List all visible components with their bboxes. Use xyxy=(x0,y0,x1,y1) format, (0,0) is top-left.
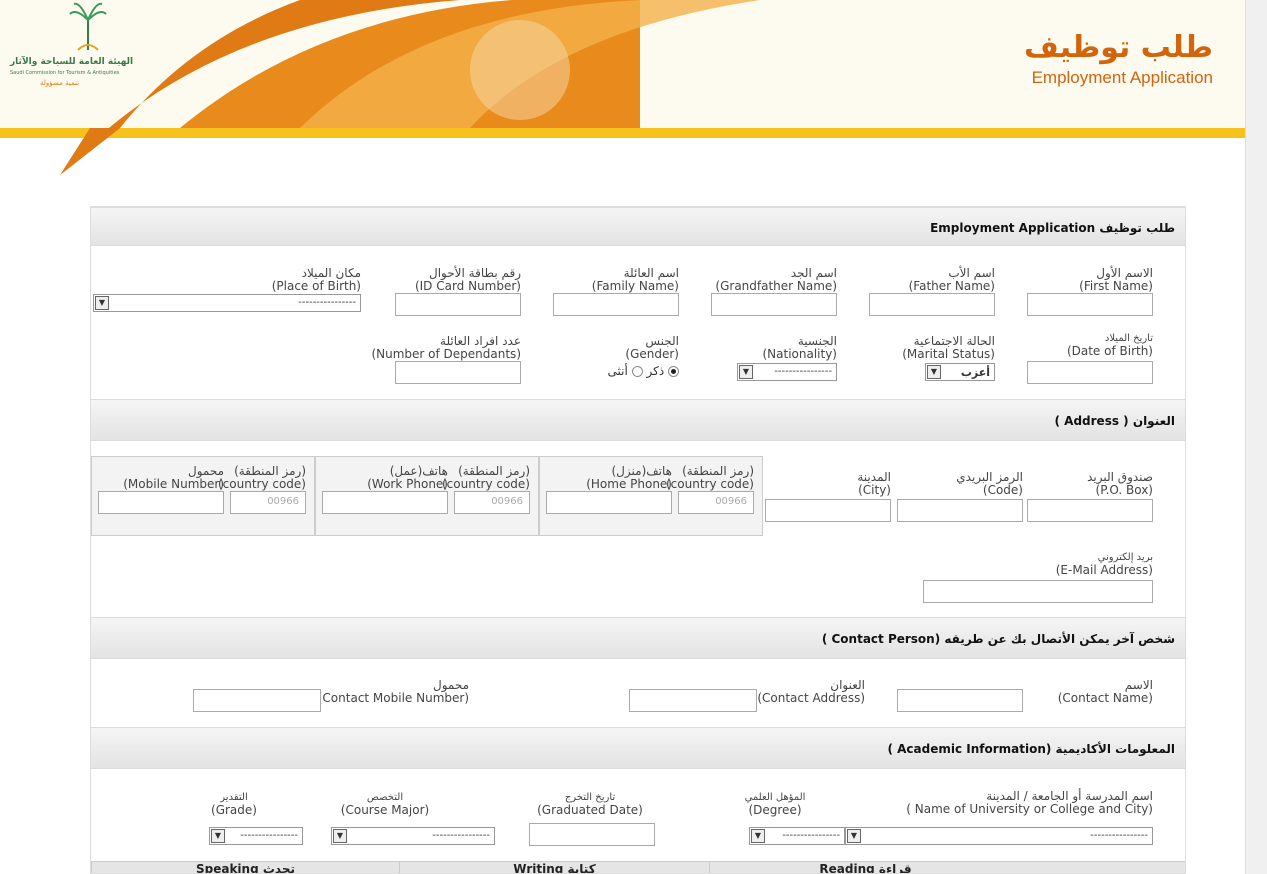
section-title-contact: شخص آخر يمكن الأتصال بك عن طريقه (Contac… xyxy=(821,632,1175,646)
dob-input[interactable] xyxy=(1027,361,1153,384)
dependants-input[interactable] xyxy=(395,361,521,384)
grade-select[interactable]: ▼ ---------------- xyxy=(209,827,303,845)
section-header-address: العنوان ( Address ) xyxy=(91,399,1185,441)
mobile-cc-input[interactable]: 00966 xyxy=(230,491,306,514)
work-phone-cc-label: (رمز المنطقة) (country code) xyxy=(441,464,530,491)
course-major-label: التخصص (Course Major) xyxy=(340,792,430,817)
postal-code-input[interactable] xyxy=(897,499,1023,522)
mobile-cc-label: (رمز المنطقة) (country code) xyxy=(217,464,306,491)
contact-name-input[interactable] xyxy=(897,689,1023,712)
place-of-birth-label: مكان الميلاد (Place of Birth) xyxy=(271,266,361,293)
grade-label: التقدير (Grade) xyxy=(211,792,257,817)
chevron-down-icon: ▼ xyxy=(847,829,861,843)
university-label: اسم المدرسة أو الجامعة / المدينة( Name o… xyxy=(906,789,1153,816)
palm-logo-icon xyxy=(69,2,107,51)
first-name-label: الاسم الأول (First Name) xyxy=(1079,266,1153,293)
postal-code-label: الرمز البريدي (Code) xyxy=(956,470,1023,497)
gender-female-label: أنثى xyxy=(607,364,628,378)
graduated-date-input[interactable] xyxy=(529,823,655,846)
chevron-down-icon: ▼ xyxy=(927,365,941,379)
home-phone-input[interactable] xyxy=(546,491,672,514)
marital-status-select[interactable]: ▼ أعزب xyxy=(925,363,995,381)
gender-male-radio[interactable] xyxy=(668,366,679,377)
grandfather-name-input[interactable] xyxy=(711,293,837,316)
reading-header: Reading قراءة xyxy=(709,862,1021,873)
chevron-down-icon: ▼ xyxy=(95,296,109,310)
home-phone-cc-input[interactable]: 00966 xyxy=(678,491,754,514)
degree-select[interactable]: ▼ ---------------- xyxy=(749,827,845,845)
id-card-label: رقم بطاقة الأحوال (ID Card Number) xyxy=(414,266,521,293)
gender-radio-group: ذكر أنثى xyxy=(608,364,679,378)
course-major-select[interactable]: ▼ ---------------- xyxy=(331,827,495,845)
chevron-down-icon: ▼ xyxy=(751,829,765,843)
dependants-label: عدد افراد العائلة (Number of Dependants) xyxy=(371,334,521,361)
gender-male-label: ذكر xyxy=(646,364,665,378)
contact-address-label: العنوان (Contact Address) xyxy=(757,678,865,705)
nationality-select[interactable]: ▼ ---------------- xyxy=(737,363,837,381)
marital-status-label: الحالة الاجتماعية (Marital Status) xyxy=(902,334,995,361)
family-name-label: اسم العائلة (Family Name) xyxy=(591,266,679,293)
sctourism-logo: الهيئة العامة للسياحة والآثار Saudi Comm… xyxy=(10,0,160,95)
city-label: المدينة (City) xyxy=(857,470,891,497)
nationality-label: الجنسية (Nationality) xyxy=(762,334,837,361)
id-card-input[interactable] xyxy=(395,293,521,316)
contact-mobile-input[interactable] xyxy=(193,689,321,712)
work-phone-cc-input[interactable]: 00966 xyxy=(454,491,530,514)
home-phone-cc-label: (رمز المنطقة) (country code) xyxy=(665,464,754,491)
employment-form: طلب توظيف Employment Application الاسم ا… xyxy=(90,206,1186,874)
grandfather-name-label: اسم الجد (Grandfather Name) xyxy=(715,266,837,293)
dob-label: تاريخ الميلاد (Date of Birth) xyxy=(1066,333,1153,358)
chevron-down-icon: ▼ xyxy=(333,829,347,843)
po-box-input[interactable] xyxy=(1027,499,1153,522)
page-title-english: Employment Application xyxy=(1031,68,1213,87)
first-name-input[interactable] xyxy=(1027,293,1153,316)
contact-name-label: الاسم (Contact Name) xyxy=(1057,678,1153,705)
gender-female-radio[interactable] xyxy=(631,366,643,377)
page-header: الهيئة العامة للسياحة والآثار Saudi Comm… xyxy=(0,0,1245,200)
writing-header: Writing كتابة xyxy=(399,862,709,873)
section-header-contact: شخص آخر يمكن الأتصال بك عن طريقه (Contac… xyxy=(91,617,1185,659)
logo-slogan: تنمية مسؤولة xyxy=(40,79,80,87)
work-phone-group: (رمز المنطقة) (country code) هاتف(عمل) (Wo… xyxy=(315,456,539,536)
speaking-header: Speaking تحدث xyxy=(91,862,399,873)
university-select[interactable]: ▼ ---------------- xyxy=(845,827,1153,845)
father-name-label: اسم الأب (Father Name) xyxy=(908,266,995,293)
section-header-employment: طلب توظيف Employment Application xyxy=(91,207,1185,246)
mobile-phone-group: (رمز المنطقة) (country code) محمول (Mobile… xyxy=(91,456,315,536)
work-phone-label: هاتف(عمل) (Work Phone) xyxy=(367,464,448,491)
vertical-scrollbar[interactable] xyxy=(1245,0,1267,874)
gender-label: الجنس (Gender) xyxy=(625,334,679,361)
place-of-birth-select[interactable]: ▼ ---------------- xyxy=(93,294,361,312)
degree-label: المؤهل العلمي (Degree) xyxy=(744,792,806,817)
contact-mobile-label: محمول (Contact Mobile Number) xyxy=(317,678,469,705)
email-input[interactable] xyxy=(923,580,1153,603)
po-box-label: صندوق البريد (P.O. Box) xyxy=(1087,470,1153,497)
page-title-block: طلب توظيف Employment Application xyxy=(1024,28,1213,88)
home-phone-label: هاتف(منزل) (Home Phone) xyxy=(586,464,672,491)
chevron-down-icon: ▼ xyxy=(211,829,225,843)
mobile-label: محمول (Mobile Number) xyxy=(123,464,224,491)
chevron-down-icon: ▼ xyxy=(739,365,753,379)
father-name-input[interactable] xyxy=(869,293,995,316)
section-title-academic: المعلومات الأكاديمية (Academic Informati… xyxy=(887,742,1175,756)
logo-english-name: Saudi Commission for Tourism & Antiquiti… xyxy=(10,70,120,76)
section-title-employment: طلب توظيف Employment Application xyxy=(930,221,1175,235)
section-header-academic: المعلومات الأكاديمية (Academic Informati… xyxy=(91,727,1185,769)
email-label: بريد إلكتروني (E-Mail Address) xyxy=(1055,552,1153,577)
page-title-arabic: طلب توظيف xyxy=(1023,30,1213,65)
contact-address-input[interactable] xyxy=(629,689,757,712)
logo-arabic-name: الهيئة العامة للسياحة والآثار xyxy=(10,57,134,67)
mobile-input[interactable] xyxy=(98,491,224,514)
family-name-input[interactable] xyxy=(553,293,679,316)
languages-table-header: Speaking تحدث Writing كتابة Reading قراء… xyxy=(91,861,1185,873)
section-title-address: العنوان ( Address ) xyxy=(1054,414,1176,428)
home-phone-group: (رمز المنطقة) (country code) هاتف(منزل) (H… xyxy=(539,456,763,536)
work-phone-input[interactable] xyxy=(322,491,448,514)
city-input[interactable] xyxy=(765,499,891,522)
graduated-date-label: تاريخ التخرج (Graduated Date) xyxy=(537,792,643,817)
